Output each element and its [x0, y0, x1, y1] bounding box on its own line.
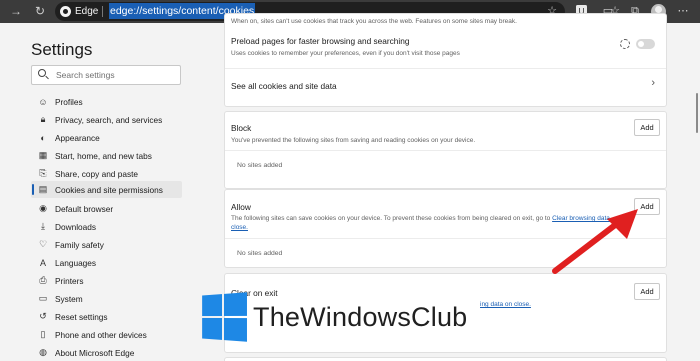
- printer-icon: ⎙: [39, 275, 47, 285]
- block-desc: You've prevented the following sites fro…: [231, 137, 476, 144]
- more-icon[interactable]: ⋯: [676, 4, 690, 18]
- search-icon: [38, 69, 46, 77]
- clear-on-exit-add-button[interactable]: Add: [634, 283, 660, 300]
- next-card: [224, 357, 667, 361]
- sidebar-item-label: Cookies and site permissions: [55, 184, 163, 195]
- allow-empty-text: No sites added: [237, 250, 283, 257]
- sidebar-item-label: Share, copy and paste: [55, 168, 139, 179]
- close-link[interactable]: close.: [231, 224, 248, 231]
- browser-icon: ◉: [39, 203, 47, 213]
- allow-desc-line2: close.: [231, 224, 248, 231]
- allow-desc-text: The following sites can save cookies on …: [231, 215, 553, 222]
- divider: [225, 68, 666, 69]
- cookies-options-card: When on, sites can't use cookies that tr…: [224, 13, 667, 107]
- sidebar-item-system[interactable]: ▭ System: [31, 290, 182, 307]
- sidebar-item-label: Reset settings: [55, 311, 108, 322]
- url-divider: [102, 6, 103, 17]
- sidebar-item-family-safety[interactable]: ♡ Family safety: [31, 236, 182, 253]
- search-input[interactable]: [56, 68, 176, 82]
- sidebar-item-about[interactable]: ◍ About Microsoft Edge: [31, 344, 182, 361]
- clear-on-exit-link: ing data on close.: [480, 301, 531, 308]
- preload-pages-toggle[interactable]: [636, 39, 655, 49]
- language-icon: A: [39, 257, 46, 268]
- sidebar-item-profiles[interactable]: ☺ Profiles: [31, 93, 182, 110]
- sidebar-item-languages[interactable]: A Languages: [31, 254, 182, 271]
- sidebar-item-label: System: [55, 293, 83, 304]
- see-all-cookies-link[interactable]: See all cookies and site data: [231, 81, 337, 91]
- sidebar-item-appearance[interactable]: ◐ Appearance: [31, 129, 182, 146]
- sidebar-item-cookies[interactable]: ▤ Cookies and site permissions: [31, 181, 182, 198]
- sidebar-item-label: Downloads: [55, 221, 97, 232]
- sidebar-item-default-browser[interactable]: ◉ Default browser: [31, 200, 182, 217]
- site-identity[interactable]: Edge: [60, 5, 98, 18]
- sidebar-item-share[interactable]: ⎘ Share, copy and paste: [31, 165, 182, 182]
- cookies-icon: ▤: [38, 184, 48, 194]
- allow-title: Allow: [231, 202, 251, 212]
- edge-icon: ◍: [39, 347, 47, 357]
- start-icon: ▦: [38, 150, 48, 160]
- refresh-icon[interactable]: ↻: [32, 3, 48, 19]
- sidebar-item-privacy[interactable]: 🔒︎ Privacy, search, and services: [31, 111, 182, 128]
- sidebar-item-label: Start, home, and new tabs: [55, 150, 152, 161]
- forward-icon[interactable]: →: [8, 3, 24, 19]
- site-label: Edge: [75, 6, 99, 17]
- divider: [225, 150, 666, 151]
- block-title: Block: [231, 123, 252, 133]
- reset-icon: ↺: [39, 311, 47, 321]
- annotation-arrow: [552, 209, 638, 274]
- block-add-button[interactable]: Add: [634, 119, 660, 136]
- edge-logo-icon: [60, 6, 71, 17]
- system-icon: ▭: [38, 293, 48, 303]
- sidebar-item-label: Profiles: [55, 96, 83, 107]
- scrollbar[interactable]: [686, 23, 700, 361]
- windows-logo-icon: [202, 292, 247, 342]
- chevron-right-icon[interactable]: ›: [651, 77, 655, 89]
- page-title: Settings: [31, 40, 93, 59]
- arrow-shaft: [552, 216, 626, 274]
- preload-pages-title: Preload pages for faster browsing and se…: [231, 36, 410, 46]
- sidebar-item-label: Appearance: [55, 132, 100, 143]
- profile-icon: ☺: [38, 96, 48, 107]
- sidebar-item-label: Default browser: [55, 203, 114, 214]
- sidebar-item-label: About Microsoft Edge: [55, 347, 135, 358]
- managed-policy-icon: [620, 39, 630, 49]
- preload-pages-desc: Uses cookies to remember your preference…: [231, 50, 460, 57]
- sidebar-item-label: Languages: [55, 257, 97, 268]
- sidebar-item-label: Family safety: [55, 239, 104, 250]
- family-icon: ♡: [38, 239, 48, 249]
- settings-sidebar: Settings ☺ Profiles 🔒︎ Privacy, search, …: [0, 23, 200, 361]
- tracking-cookies-desc: When on, sites can't use cookies that tr…: [231, 18, 517, 25]
- download-icon: ⤓: [41, 221, 45, 231]
- sidebar-item-reset[interactable]: ↺ Reset settings: [31, 308, 182, 325]
- sidebar-item-start-home[interactable]: ▦ Start, home, and new tabs: [31, 147, 182, 164]
- sidebar-item-printers[interactable]: ⎙ Printers: [31, 272, 182, 289]
- phone-icon: ▯: [40, 329, 46, 339]
- block-card: Block You've prevented the following sit…: [224, 111, 667, 189]
- sidebar-item-label: Phone and other devices: [55, 329, 147, 340]
- sidebar-item-phone[interactable]: ▯ Phone and other devices: [31, 326, 182, 343]
- sidebar-item-downloads[interactable]: ⤓ Downloads: [31, 218, 182, 235]
- sidebar-item-label: Privacy, search, and services: [55, 114, 163, 125]
- sidebar-item-label: Printers: [55, 275, 84, 286]
- share-icon: ⎘: [39, 168, 47, 178]
- clear-browsing-data-on-close-link[interactable]: ing data on close.: [480, 301, 531, 308]
- appearance-icon: ◐: [40, 132, 46, 143]
- block-empty-text: No sites added: [237, 162, 283, 169]
- watermark: TheWindowsClub: [200, 292, 467, 342]
- scrollbar-thumb[interactable]: [696, 93, 698, 133]
- watermark-text: TheWindowsClub: [253, 301, 468, 332]
- search-box[interactable]: [31, 65, 181, 85]
- lock-icon: 🔒︎: [40, 114, 46, 124]
